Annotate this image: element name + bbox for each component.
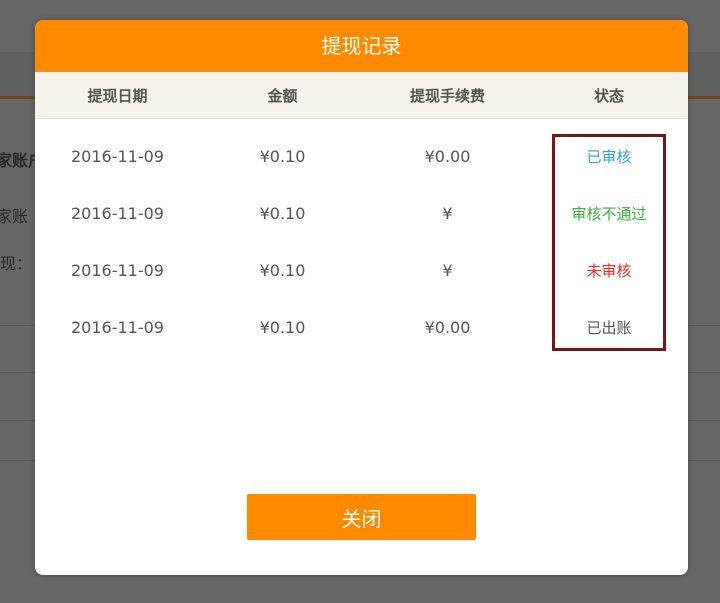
table-header: 提现日期 金额 提现手续费 状态 bbox=[35, 72, 688, 119]
cell-amount: ¥0.10 bbox=[259, 318, 306, 337]
cell-fee: ¥0.00 bbox=[424, 147, 471, 166]
cell-date: 2016-11-09 bbox=[71, 261, 164, 280]
cell-date: 2016-11-09 bbox=[71, 147, 164, 166]
cell-amount: ¥0.10 bbox=[259, 147, 306, 166]
cell-amount: ¥0.10 bbox=[259, 204, 306, 223]
cell-fee: ¥ bbox=[442, 204, 453, 223]
cell-amount: ¥0.10 bbox=[259, 261, 306, 280]
close-button[interactable]: 关闭 bbox=[247, 494, 476, 540]
modal-title: 提现记录 bbox=[35, 20, 688, 72]
cell-date: 2016-11-09 bbox=[71, 318, 164, 337]
column-header-amount: 金额 bbox=[267, 86, 298, 105]
withdrawal-records-modal: 提现记录 提现日期 金额 提现手续费 状态 2016-11-09 ¥0.10 ¥… bbox=[35, 20, 688, 575]
column-header-date: 提现日期 bbox=[87, 86, 148, 105]
cell-fee: ¥0.00 bbox=[424, 318, 471, 337]
cell-fee: ¥ bbox=[442, 261, 453, 280]
status-highlight-box bbox=[552, 134, 666, 351]
cell-date: 2016-11-09 bbox=[71, 204, 164, 223]
column-header-fee: 提现手续费 bbox=[409, 86, 485, 105]
column-header-status: 状态 bbox=[593, 86, 624, 105]
